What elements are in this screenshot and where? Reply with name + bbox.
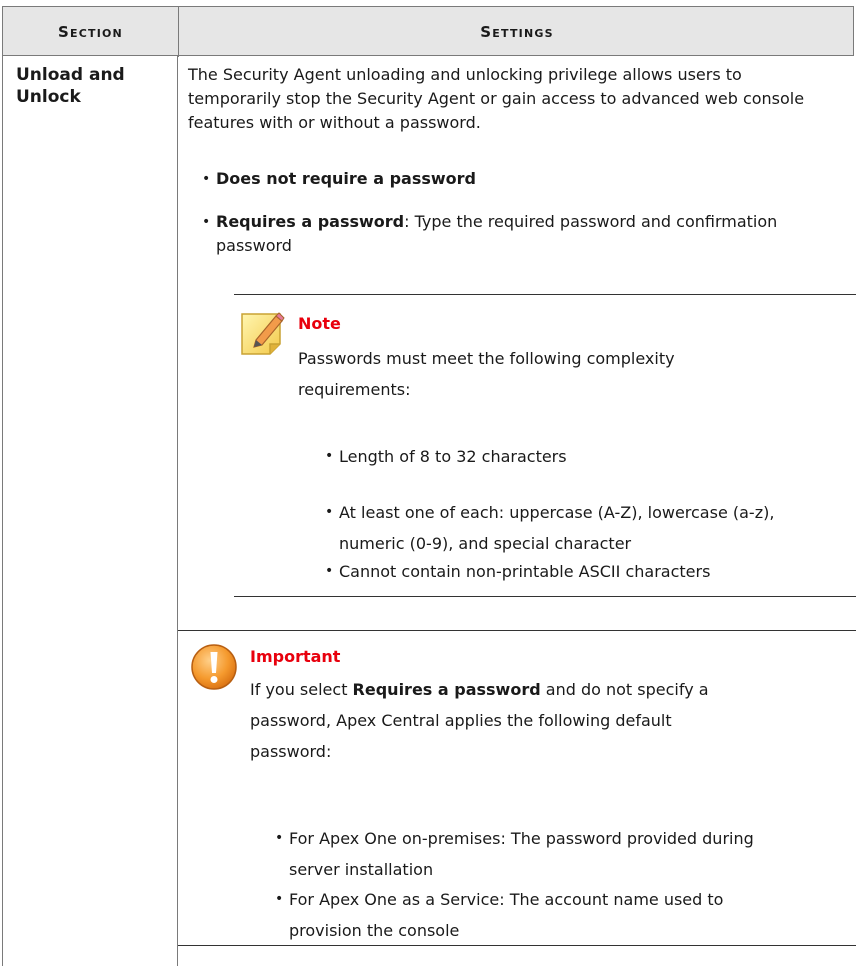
important-title: Important	[250, 647, 341, 666]
settings-table: Section Settings	[2, 6, 854, 966]
intro-text: The Security Agent unloading and unlocki…	[188, 65, 805, 132]
option-requires-password: Requires a password: Type the required p…	[202, 210, 836, 258]
note-title: Note	[298, 314, 341, 333]
note-body: Passwords must meet the following comple…	[298, 349, 675, 399]
table-column-divider	[177, 56, 178, 966]
note-top-rule	[234, 294, 856, 295]
important-bottom-rule	[178, 945, 856, 946]
note-item-length: Length of 8 to 32 characters	[325, 441, 856, 472]
note-bottom-rule	[234, 596, 856, 597]
note-pencil-icon	[241, 312, 285, 355]
option-requires-password-label: Requires a password	[216, 212, 405, 231]
important-body-prefix: If you select	[250, 680, 353, 699]
important-top-rule	[178, 630, 856, 631]
note-item-ascii: Cannot contain non-printable ASCII chara…	[325, 556, 856, 587]
option-no-password-label: Does not require a password	[216, 169, 476, 188]
table-left-border	[2, 56, 3, 966]
header-section: Section	[58, 23, 123, 41]
important-body-bold: Requires a password	[352, 680, 541, 699]
option-no-password: Does not require a password	[202, 167, 836, 191]
note-item-character-types: At least one of each: uppercase (A-Z), l…	[325, 497, 809, 559]
section-label: Unload and Unlock	[16, 65, 125, 107]
header-settings: Settings	[480, 23, 554, 41]
important-body: If you select Requires a password and do…	[250, 674, 755, 767]
table-header-row: Section Settings	[2, 6, 854, 57]
important-item-saas: For Apex One as a Service: The account n…	[275, 884, 794, 946]
warning-exclamation-icon	[191, 644, 237, 690]
important-item-on-premises: For Apex One on-premises: The password p…	[275, 823, 794, 885]
